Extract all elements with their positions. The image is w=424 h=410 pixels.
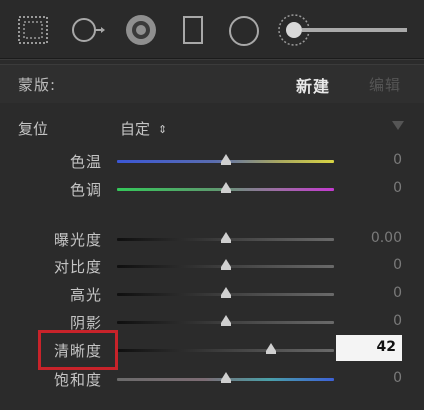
- rectangle-icon[interactable]: [181, 15, 205, 45]
- slider-label: 色调: [69, 181, 102, 199]
- slider-row: 对比度 0: [0, 254, 424, 278]
- slider-value: 0: [393, 152, 402, 168]
- preset-value: 自定: [120, 120, 151, 138]
- slider-value: 0.00: [370, 230, 402, 246]
- slider-thumb[interactable]: [220, 287, 231, 298]
- circle-icon[interactable]: [227, 14, 261, 48]
- slider-label: 色温: [69, 153, 102, 171]
- slider-thumb[interactable]: [220, 315, 231, 326]
- slider-thumb[interactable]: [220, 154, 231, 165]
- effect-preset-select[interactable]: 自定 ⇕: [120, 118, 167, 139]
- mask-label: 蒙版:: [18, 76, 57, 94]
- reset-button[interactable]: 复位: [18, 118, 48, 139]
- slider-row: 高光 0: [0, 282, 424, 306]
- slider-row: 曝光度 0.00: [0, 227, 424, 251]
- adjustment-brush-icon[interactable]: [276, 8, 411, 52]
- graduated-filter-icon[interactable]: [17, 15, 49, 45]
- toolbar-divider-light: [0, 59, 424, 60]
- slider-thumb[interactable]: [220, 232, 231, 243]
- radial-filter-icon[interactable]: [70, 15, 108, 45]
- slider-label: 饱和度: [53, 371, 102, 389]
- slider-track[interactable]: [117, 349, 334, 352]
- slider-thumb[interactable]: [220, 182, 231, 193]
- edit-mask-button[interactable]: 编辑: [369, 74, 401, 95]
- slider-value: 0: [393, 180, 402, 196]
- slider-thumb[interactable]: [266, 343, 277, 354]
- slider-label: 高光: [69, 286, 102, 304]
- slider-value: 0: [393, 257, 402, 273]
- slider-label: 曝光度: [53, 231, 102, 249]
- slider-row: 饱和度 0: [0, 367, 424, 391]
- slider-label: 对比度: [53, 258, 102, 276]
- collapse-triangle-icon[interactable]: [392, 121, 404, 130]
- slider-value: 0: [393, 285, 402, 301]
- slider-thumb[interactable]: [220, 259, 231, 270]
- slider-value: 0: [393, 370, 402, 386]
- slider-value: 0: [393, 313, 402, 329]
- red-eye-icon[interactable]: [124, 13, 158, 47]
- mask-tools-toolbar: [0, 0, 424, 58]
- up-down-arrows-icon: ⇕: [158, 123, 168, 136]
- clarity-highlight-box: [38, 330, 118, 370]
- slider-thumb[interactable]: [220, 372, 231, 383]
- slider-row: 色调 0: [0, 177, 424, 201]
- slider-value-input[interactable]: 42: [336, 335, 402, 361]
- mask-bar: 蒙版: 新建 编辑: [0, 64, 424, 104]
- new-mask-button[interactable]: 新建: [296, 73, 330, 97]
- slider-row: 色温 0: [0, 149, 424, 173]
